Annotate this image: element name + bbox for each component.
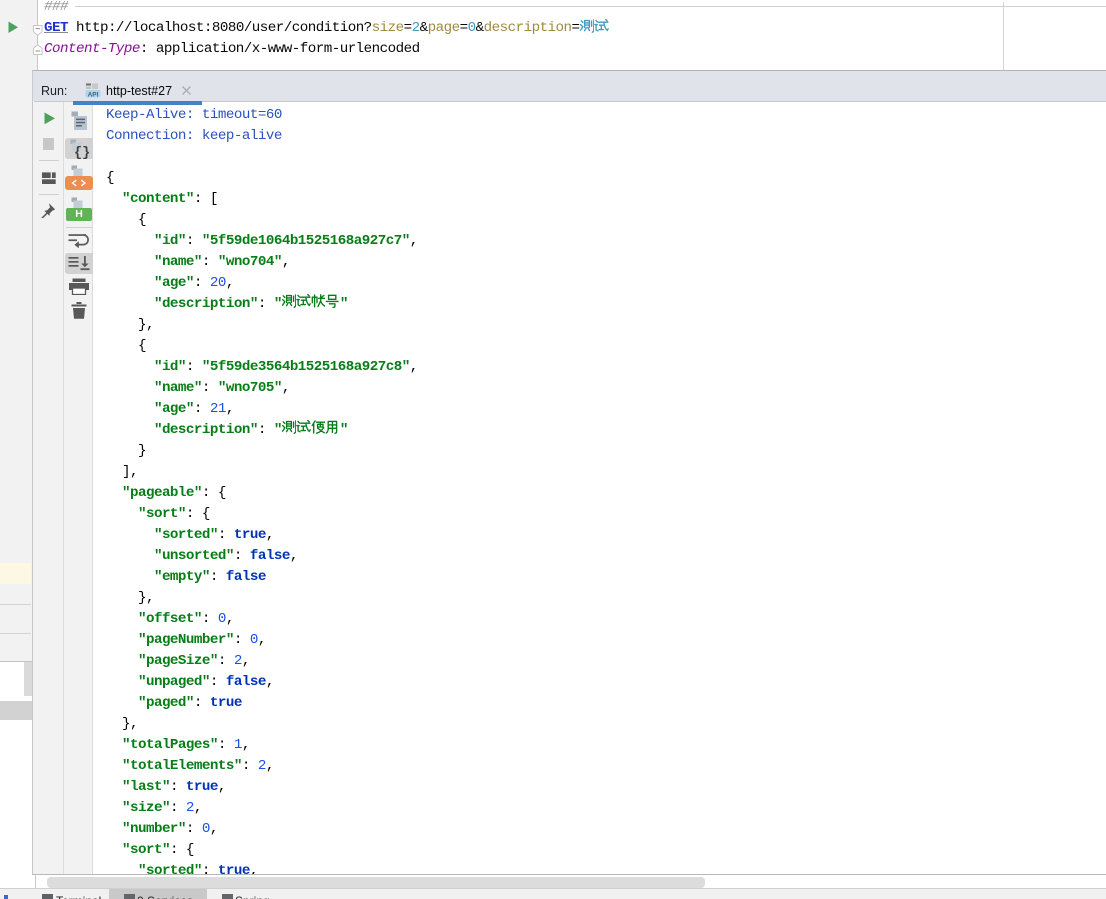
svg-text:API: API: [88, 92, 99, 99]
svg-text:{}: {}: [74, 146, 90, 160]
